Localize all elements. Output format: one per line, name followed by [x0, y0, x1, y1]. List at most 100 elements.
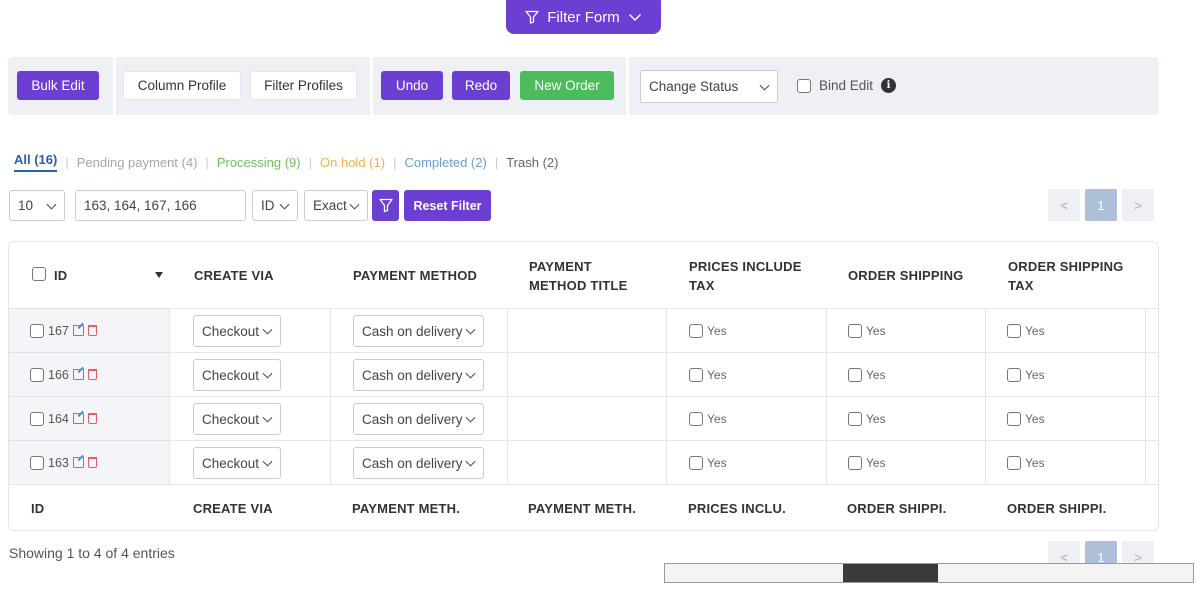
create-via-select[interactable]: Checkout [193, 447, 281, 479]
payment-method-select[interactable]: Cash on delivery [353, 403, 484, 435]
chevron-down-icon [465, 368, 476, 379]
table-row: 166 Checkout Cash on delivery Yes Yes Ye… [9, 353, 1158, 397]
info-icon[interactable]: i [881, 78, 897, 93]
prices-include-tax-checkbox[interactable] [689, 367, 703, 382]
order-shipping-tax-cell[interactable]: Yes [1007, 441, 1045, 484]
apply-filter-button[interactable] [372, 190, 399, 221]
order-shipping-tax-cell[interactable]: Yes [1007, 397, 1045, 440]
order-shipping-checkbox[interactable] [848, 411, 862, 426]
per-page-select[interactable]: 10 [9, 190, 65, 221]
prices-include-tax-cell[interactable]: Yes [689, 309, 727, 352]
prev-page-button[interactable]: < [1048, 189, 1080, 221]
order-shipping-tax-cell[interactable]: Yes [1007, 309, 1045, 352]
scrollbar-thumb[interactable] [843, 564, 938, 582]
prices-include-tax-checkbox[interactable] [689, 455, 703, 470]
order-shipping-cell[interactable]: Yes [848, 353, 886, 396]
order-shipping-tax-checkbox[interactable] [1007, 323, 1021, 338]
edit-icon[interactable] [72, 457, 84, 468]
header-order-shipping-tax[interactable]: ORDER SHIPPING TAX [1008, 257, 1123, 295]
tab-all[interactable]: All (16) [14, 152, 58, 172]
bulk-edit-button[interactable]: Bulk Edit [17, 71, 99, 100]
trash-icon[interactable] [87, 369, 97, 380]
horizontal-scrollbar[interactable] [664, 563, 1194, 583]
order-shipping-tax-checkbox[interactable] [1007, 455, 1021, 470]
payment-method-select[interactable]: Cash on delivery [353, 315, 484, 347]
header-order-shipping[interactable]: ORDER SHIPPING [848, 266, 963, 285]
field-select-value: ID [261, 198, 275, 213]
order-shipping-tax-checkbox[interactable] [1007, 411, 1021, 426]
filter-profiles-button[interactable]: Filter Profiles [250, 71, 357, 100]
create-via-select[interactable]: Checkout [193, 403, 281, 435]
chevron-down-icon [262, 412, 273, 423]
order-shipping-cell[interactable]: Yes [848, 397, 886, 440]
reset-filter-button[interactable]: Reset Filter [404, 190, 491, 221]
header-id[interactable]: ID [54, 266, 67, 285]
column-divider [330, 353, 331, 396]
column-profile-button[interactable]: Column Profile [123, 71, 241, 100]
prices-include-tax-cell[interactable]: Yes [689, 441, 727, 484]
redo-button[interactable]: Redo [452, 71, 510, 100]
header-payment-method[interactable]: PAYMENT METHOD [353, 266, 477, 285]
order-shipping-tax-checkbox[interactable] [1007, 367, 1021, 382]
tab-on-hold[interactable]: On hold (1) [320, 155, 385, 170]
tab-processing[interactable]: Processing (9) [217, 155, 301, 170]
row-checkbox[interactable] [30, 367, 44, 382]
order-shipping-cell[interactable]: Yes [848, 441, 886, 484]
filter-form-button[interactable]: Filter Form [506, 0, 661, 34]
chevron-down-icon [465, 456, 476, 467]
field-select[interactable]: ID [252, 190, 298, 221]
trash-icon[interactable] [87, 457, 97, 468]
create-via-select[interactable]: Checkout [193, 315, 281, 347]
chevron-down-icon [279, 199, 290, 210]
tab-trash[interactable]: Trash (2) [506, 155, 558, 170]
chevron-down-icon [262, 456, 273, 467]
prices-include-tax-checkbox[interactable] [689, 323, 703, 338]
order-shipping-checkbox[interactable] [848, 367, 862, 382]
column-divider [1145, 441, 1146, 484]
header-prices-include-tax[interactable]: PRICES INCLUDE TAX [689, 257, 802, 295]
row-checkbox[interactable] [30, 323, 44, 338]
payment-method-value: Cash on delivery [362, 367, 463, 383]
footer-order-shipping: ORDER SHIPPI. [847, 501, 947, 516]
order-shipping-cell[interactable]: Yes [848, 309, 886, 352]
match-select[interactable]: Exact [304, 190, 368, 221]
column-divider [826, 353, 827, 396]
trash-icon[interactable] [87, 413, 97, 424]
bind-edit-checkbox[interactable] [797, 78, 811, 93]
prices-include-tax-checkbox[interactable] [689, 411, 703, 426]
bind-edit-toggle[interactable]: Bind Edit i [797, 78, 897, 93]
header-create-via[interactable]: CREATE VIA [194, 266, 274, 285]
column-divider [666, 353, 667, 396]
chevron-down-icon [262, 324, 273, 335]
tab-pending-payment[interactable]: Pending payment (4) [77, 155, 198, 170]
change-status-select[interactable]: Change Status [640, 70, 778, 103]
order-shipping-checkbox[interactable] [848, 455, 862, 470]
order-shipping-tax-cell[interactable]: Yes [1007, 353, 1045, 396]
toolbar: Bulk Edit Column Profile Filter Profiles… [8, 57, 1159, 115]
column-divider [507, 397, 508, 440]
trash-icon[interactable] [87, 325, 97, 336]
prices-include-tax-cell[interactable]: Yes [689, 353, 727, 396]
row-checkbox[interactable] [30, 455, 44, 470]
search-input[interactable]: 163, 164, 167, 166 [75, 190, 246, 221]
edit-icon[interactable] [72, 325, 84, 336]
chevron-down-icon [628, 13, 641, 21]
tab-completed[interactable]: Completed (2) [404, 155, 486, 170]
undo-button[interactable]: Undo [381, 71, 443, 100]
prices-include-tax-cell[interactable]: Yes [689, 397, 727, 440]
row-checkbox[interactable] [30, 411, 44, 426]
new-order-button[interactable]: New Order [520, 71, 614, 100]
payment-method-select[interactable]: Cash on delivery [353, 447, 484, 479]
edit-icon[interactable] [72, 413, 84, 424]
create-via-value: Checkout [202, 367, 260, 383]
page-1-button[interactable]: 1 [1085, 189, 1117, 221]
edit-icon[interactable] [72, 369, 84, 380]
sort-down-icon[interactable] [155, 272, 163, 278]
payment-method-select[interactable]: Cash on delivery [353, 359, 484, 391]
column-divider [985, 353, 986, 396]
select-all-checkbox[interactable] [32, 267, 46, 281]
next-page-button[interactable]: > [1122, 189, 1154, 221]
create-via-select[interactable]: Checkout [193, 359, 281, 391]
header-payment-method-title[interactable]: PAYMENT METHOD TITLE [529, 257, 627, 295]
order-shipping-checkbox[interactable] [848, 323, 862, 338]
